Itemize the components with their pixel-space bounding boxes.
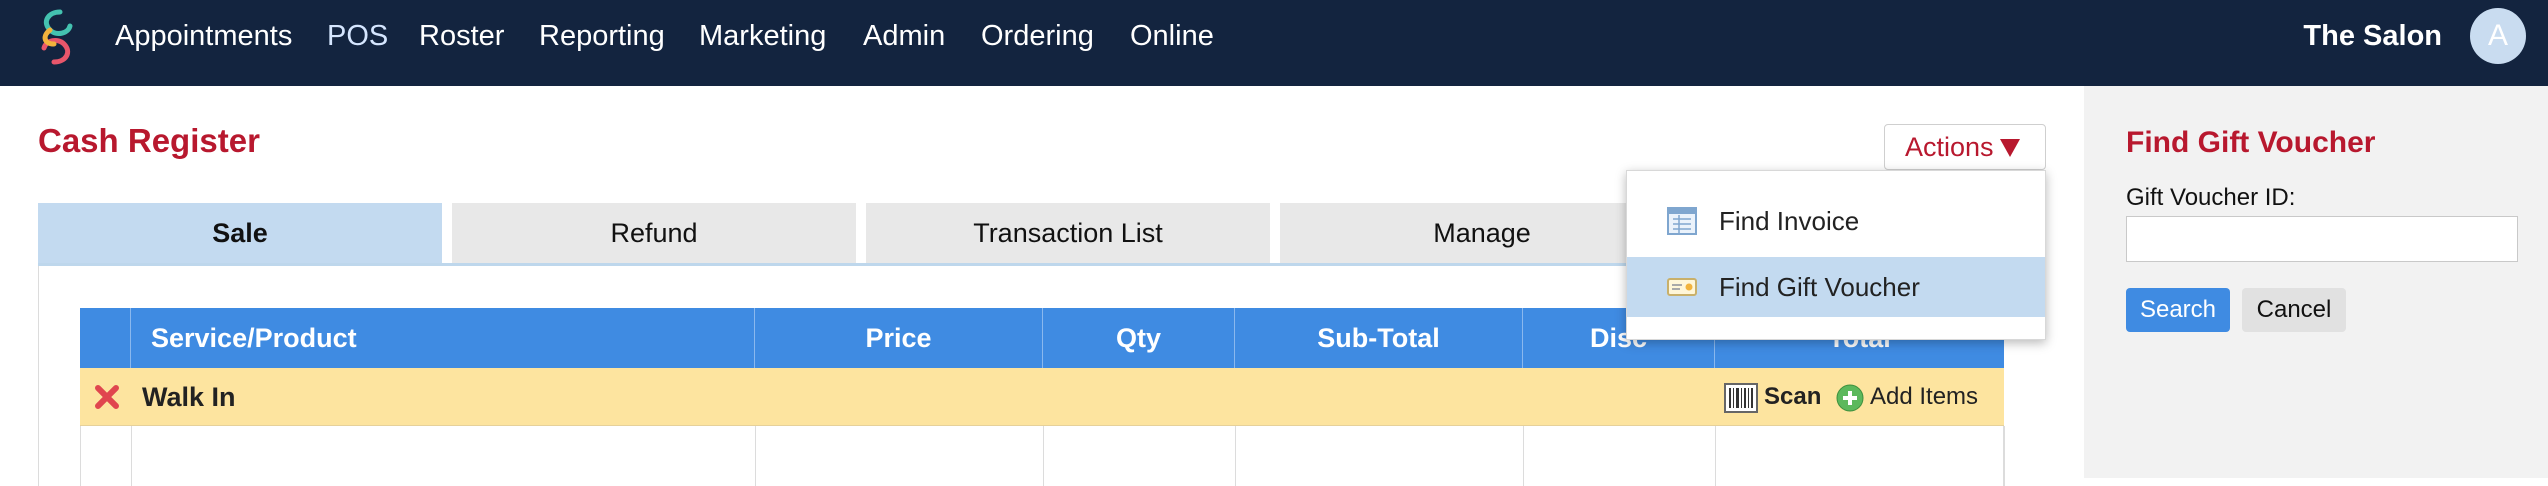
- gift-voucher-icon: [1667, 278, 1697, 296]
- column-sub-total: Sub-Total: [1234, 308, 1522, 368]
- invoice-icon: [1667, 207, 1697, 235]
- column-divider: [131, 426, 132, 486]
- caret-down-icon: [1999, 139, 2020, 157]
- empty-item-row: [80, 426, 2005, 486]
- column-divider: [2004, 426, 2005, 486]
- nav-reporting[interactable]: Reporting: [539, 0, 665, 72]
- menu-item-find-gift-voucher[interactable]: Find Gift Voucher: [1627, 257, 2045, 317]
- add-items-label: Add Items: [1870, 383, 1979, 410]
- scan-label: Scan: [1764, 383, 1822, 410]
- panel-title: Find Gift Voucher: [2126, 126, 2376, 159]
- swirl-logo-icon[interactable]: [30, 6, 84, 68]
- scan-button[interactable]: Scan: [1724, 380, 1821, 414]
- add-items-button[interactable]: Add Items: [1836, 380, 1978, 414]
- customer-name[interactable]: Walk In: [142, 368, 236, 426]
- gift-voucher-id-input[interactable]: [2126, 216, 2518, 262]
- nav-ordering[interactable]: Ordering: [981, 0, 1094, 72]
- delete-x-icon[interactable]: [92, 382, 122, 412]
- search-button[interactable]: Search: [2126, 288, 2230, 332]
- barcode-icon: [1724, 382, 1758, 413]
- tab-refund[interactable]: Refund: [452, 203, 856, 263]
- column-service-product: Service/Product: [130, 308, 754, 368]
- top-navigation-bar: Appointments POS Roster Reporting Market…: [0, 0, 2548, 86]
- tab-sale[interactable]: Sale: [38, 203, 442, 263]
- find-gift-voucher-panel: Find Gift Voucher Gift Voucher ID: Searc…: [2084, 86, 2548, 478]
- nav-pos[interactable]: POS: [327, 0, 388, 72]
- actions-dropdown-button[interactable]: Actions: [1884, 124, 2046, 170]
- find-invoice-label: Find Invoice: [1719, 206, 1860, 236]
- find-gift-voucher-label: Find Gift Voucher: [1719, 272, 1920, 302]
- column-divider: [1523, 426, 1524, 486]
- plus-circle-icon: [1836, 384, 1864, 412]
- nav-online[interactable]: Online: [1130, 0, 1214, 72]
- gift-voucher-id-label: Gift Voucher ID:: [2126, 184, 2296, 211]
- column-divider: [1715, 426, 1716, 486]
- nav-appointments[interactable]: Appointments: [115, 0, 292, 72]
- nav-marketing[interactable]: Marketing: [699, 0, 826, 72]
- page-title: Cash Register: [38, 122, 260, 159]
- nav-admin[interactable]: Admin: [863, 0, 945, 72]
- cancel-button[interactable]: Cancel: [2242, 288, 2346, 332]
- column-qty: Qty: [1042, 308, 1234, 368]
- tab-transaction-list[interactable]: Transaction List: [866, 203, 1270, 263]
- tab-manage[interactable]: Manage: [1280, 203, 1684, 263]
- column-divider: [1043, 426, 1044, 486]
- header-select-cell: [80, 308, 130, 368]
- menu-item-find-invoice[interactable]: Find Invoice: [1627, 191, 2045, 251]
- actions-label: Actions: [1905, 132, 1994, 162]
- column-divider: [755, 426, 756, 486]
- nav-roster[interactable]: Roster: [419, 0, 504, 72]
- actions-menu: Find Invoice Find Gift Voucher: [1626, 170, 2046, 340]
- column-divider: [1235, 426, 1236, 486]
- salon-name[interactable]: The Salon: [2303, 0, 2442, 72]
- user-avatar[interactable]: A: [2470, 8, 2526, 64]
- customer-row: Walk In Scan Add Items: [80, 368, 2004, 426]
- column-price: Price: [754, 308, 1042, 368]
